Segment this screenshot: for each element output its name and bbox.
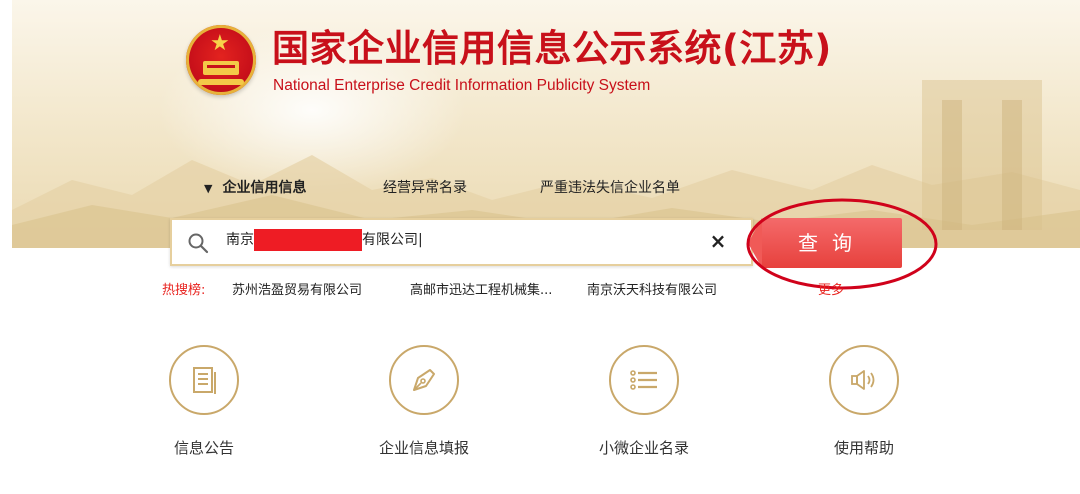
emblem-star-icon: ★ (210, 31, 230, 56)
feature-help[interactable]: 使用帮助 (804, 345, 924, 458)
site-title-en: National Enterprise Credit Information P… (273, 77, 651, 94)
emblem-gate-icon (203, 61, 239, 75)
tab-abnormal-list[interactable]: 经营异常名录 (383, 176, 467, 200)
feature-label: 企业信息填报 (378, 439, 469, 457)
search-value-suffix: 有限公司| (362, 232, 423, 248)
feature-label: 信息公告 (173, 439, 234, 457)
site-title-cn: 国家企业信用信息公示系统(江苏) (272, 27, 832, 70)
clear-search-button[interactable]: × (705, 227, 731, 255)
hot-search-item[interactable]: 南京沃天科技有限公司 (587, 282, 717, 300)
feature-icon-circle (389, 345, 459, 415)
feature-icon-circle (169, 345, 239, 415)
document-icon (193, 367, 216, 394)
feature-small-enterprise-list[interactable]: 小微企业名录 (584, 345, 704, 458)
hot-search-item[interactable]: 高邮市迅达工程机械集... (410, 282, 552, 300)
list-icon (630, 370, 657, 390)
search-icon (188, 233, 209, 254)
tab-serious-violation-list[interactable]: 严重违法失信企业名单 (540, 176, 680, 200)
hot-search-label: 热搜榜: (162, 283, 206, 298)
search-button[interactable]: 查询 (748, 218, 902, 268)
redaction-box (254, 229, 362, 251)
feature-enterprise-report[interactable]: 企业信息填报 (364, 345, 484, 458)
speaker-icon (851, 370, 875, 390)
pen-icon (413, 369, 435, 391)
caret-down-icon: ▼ (204, 182, 213, 195)
feature-info-notice[interactable]: 信息公告 (144, 345, 264, 458)
emblem-base (198, 79, 244, 85)
search-input-text: 南京 有限公司| (226, 229, 423, 251)
tab-label: 严重违法失信企业名单 (540, 180, 680, 196)
hot-search-more-link[interactable]: 更多 (818, 282, 844, 300)
tab-label: 经营异常名录 (383, 180, 467, 196)
feature-label: 使用帮助 (833, 439, 894, 457)
feature-icon-circle (829, 345, 899, 415)
tab-label: 企业信用信息 (222, 180, 307, 196)
national-emblem-logo: ★ (186, 25, 256, 95)
search-value-prefix: 南京 (226, 232, 254, 248)
feature-icon-circle (609, 345, 679, 415)
hot-search-item[interactable]: 苏州浩盈贸易有限公司 (232, 282, 362, 300)
feature-label: 小微企业名录 (598, 439, 689, 457)
tab-enterprise-credit[interactable]: ▼ 企业信用信息 (204, 176, 306, 201)
